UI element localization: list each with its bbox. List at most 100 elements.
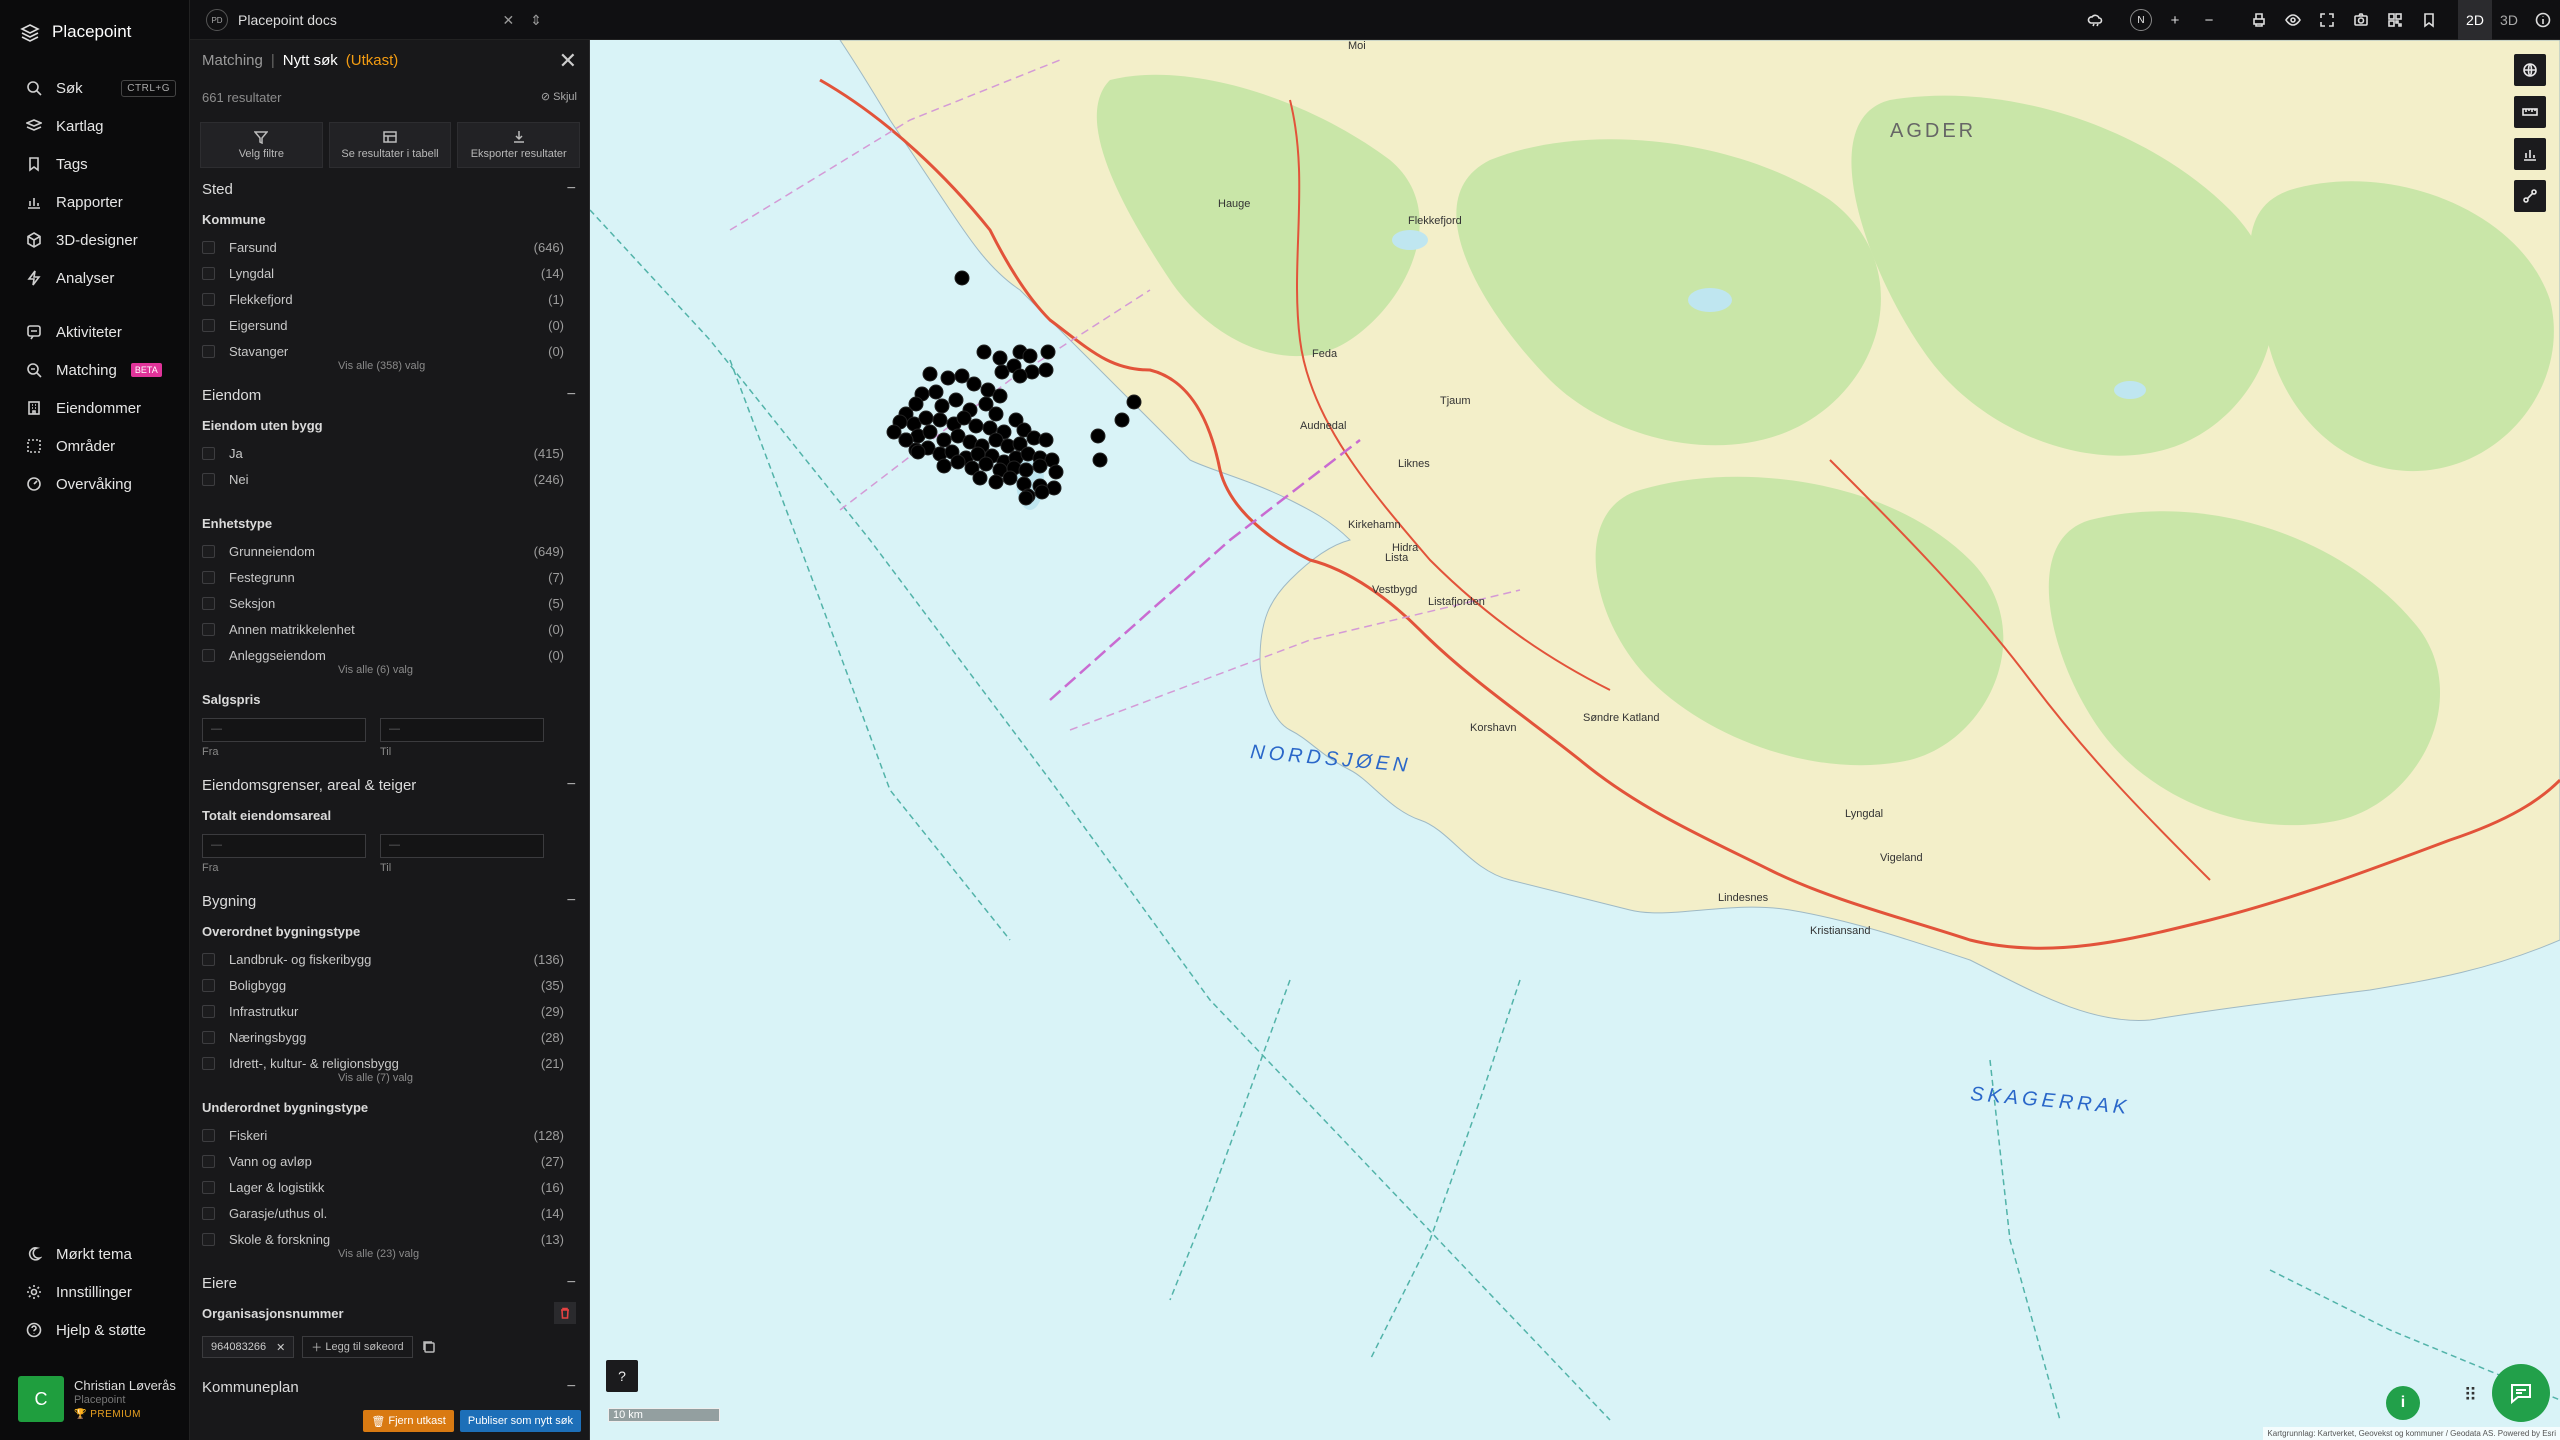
fullscreen-icon[interactable] xyxy=(2310,0,2344,40)
brand[interactable]: Placepoint xyxy=(20,20,131,44)
info-icon[interactable] xyxy=(2526,0,2560,40)
filter-option[interactable]: Flekkefjord (1) xyxy=(190,286,590,312)
property-marker[interactable] xyxy=(954,270,970,286)
property-marker[interactable] xyxy=(1090,428,1106,444)
property-marker[interactable] xyxy=(922,366,938,382)
property-marker[interactable] xyxy=(1002,470,1018,486)
route-button[interactable] xyxy=(2514,180,2546,212)
property-marker[interactable] xyxy=(948,392,964,408)
zoom-out-icon[interactable]: − xyxy=(2192,0,2226,40)
area-to-input[interactable]: — xyxy=(380,834,544,858)
section-bygning[interactable]: Bygning − xyxy=(190,886,590,916)
hide-toggle[interactable]: ⊘ Skjul xyxy=(541,90,577,103)
property-marker[interactable] xyxy=(936,458,952,474)
property-marker[interactable] xyxy=(1038,362,1054,378)
collapse-icon[interactable]: − xyxy=(567,180,576,198)
checkbox[interactable] xyxy=(202,1030,215,1044)
checkbox[interactable] xyxy=(202,978,215,992)
collapse-icon[interactable]: − xyxy=(567,386,576,404)
filter-option[interactable]: Annen matrikkelenhet (0) xyxy=(190,616,590,642)
nav-item-dark-theme[interactable]: Mørkt tema xyxy=(26,1242,176,1266)
property-marker[interactable] xyxy=(950,454,966,470)
checkbox[interactable] xyxy=(202,544,215,558)
section-eiere[interactable]: Eiere − xyxy=(190,1268,590,1298)
chat-support-button[interactable] xyxy=(2492,1364,2550,1422)
property-marker[interactable] xyxy=(954,368,970,384)
map-info-button[interactable]: i xyxy=(2386,1386,2420,1420)
checkbox[interactable] xyxy=(202,648,215,662)
show-all-link[interactable]: Vis alle (7) valg xyxy=(190,1072,590,1092)
remove-draft-button[interactable]: 🗑 Fjern utkast xyxy=(363,1410,454,1432)
print-icon[interactable] xyxy=(2242,0,2276,40)
nav-item-analyser[interactable]: Analyser xyxy=(26,266,176,290)
property-marker[interactable] xyxy=(928,384,944,400)
property-marker[interactable] xyxy=(992,350,1008,366)
section-sted[interactable]: Sted − xyxy=(190,174,590,204)
filter-option[interactable]: Grunneiendom (649) xyxy=(190,538,590,564)
checkbox[interactable] xyxy=(202,1056,215,1070)
filter-option[interactable]: Infrastrutkur (29) xyxy=(190,998,590,1024)
nav-item-kartlag[interactable]: Kartlag xyxy=(26,114,176,138)
document-switcher[interactable]: PD Placepoint docs ✕ ⇕ xyxy=(206,7,542,33)
property-marker[interactable] xyxy=(1048,464,1064,480)
mode-2d-button[interactable]: 2D xyxy=(2458,0,2492,40)
price-to-input[interactable]: — xyxy=(380,718,544,742)
weather-icon[interactable] xyxy=(2078,0,2112,40)
qr-code-icon[interactable] xyxy=(2378,0,2412,40)
checkbox[interactable] xyxy=(202,1206,215,1220)
filter-list[interactable]: Sted − Kommune Farsund (646) Lyngdal (14) F… xyxy=(190,174,590,1434)
nav-item-tags[interactable]: Tags xyxy=(26,152,176,176)
property-marker[interactable] xyxy=(992,388,1008,404)
publish-search-button[interactable]: Publiser som nytt søk xyxy=(459,1410,581,1432)
filter-option[interactable]: Næringsbygg (28) xyxy=(190,1024,590,1050)
breadcrumb-matching[interactable]: Matching xyxy=(202,52,263,69)
price-from-input[interactable]: — xyxy=(202,718,366,742)
filter-option[interactable]: Festegrunn (7) xyxy=(190,564,590,590)
property-marker[interactable] xyxy=(1018,490,1034,506)
property-marker[interactable] xyxy=(886,424,902,440)
property-marker[interactable] xyxy=(910,444,926,460)
view-table-button[interactable]: Se resultater i tabell xyxy=(328,122,452,168)
nav-item-omrader[interactable]: Områder xyxy=(26,434,176,458)
bookmark-icon[interactable] xyxy=(2412,0,2446,40)
property-marker[interactable] xyxy=(936,432,952,448)
nav-item-help[interactable]: Hjelp & støtte xyxy=(26,1318,176,1342)
property-marker[interactable] xyxy=(1018,462,1034,478)
show-all-link[interactable]: Vis alle (23) valg xyxy=(190,1248,590,1268)
user-profile[interactable]: C Christian Løverås Placepoint 🏆 PREMIUM xyxy=(18,1376,176,1422)
nav-item-settings[interactable]: Innstillinger xyxy=(26,1280,176,1304)
nav-item-sok[interactable]: Søk CTRL+G xyxy=(26,76,176,100)
collapse-icon[interactable]: − xyxy=(567,776,576,794)
property-marker[interactable] xyxy=(1022,348,1038,364)
filter-option[interactable]: Nei (246) xyxy=(190,466,590,492)
compass-button[interactable]: N xyxy=(2124,0,2158,40)
checkbox[interactable] xyxy=(202,266,215,280)
mode-3d-button[interactable]: 3D xyxy=(2492,0,2526,40)
map-layers-button[interactable] xyxy=(2514,54,2546,86)
checkbox[interactable] xyxy=(202,318,215,332)
chevron-updown-icon[interactable]: ⇕ xyxy=(530,12,542,29)
zoom-in-icon[interactable]: + xyxy=(2158,0,2192,40)
section-kommuneplan[interactable]: Kommuneplan − xyxy=(190,1372,590,1402)
filter-option[interactable]: Fiskeri (128) xyxy=(190,1122,590,1148)
show-all-link[interactable]: Vis alle (358) valg xyxy=(190,360,590,380)
property-marker[interactable] xyxy=(966,376,982,392)
checkbox[interactable] xyxy=(202,1232,215,1246)
property-marker[interactable] xyxy=(1012,368,1028,384)
copy-icon[interactable] xyxy=(421,1339,437,1355)
statistics-button[interactable] xyxy=(2514,138,2546,170)
property-marker[interactable] xyxy=(956,410,972,426)
checkbox[interactable] xyxy=(202,1154,215,1168)
checkbox[interactable] xyxy=(202,240,215,254)
nav-item-aktiviteter[interactable]: Aktiviteter xyxy=(26,320,176,344)
filter-option[interactable]: Farsund (646) xyxy=(190,234,590,260)
export-results-button[interactable]: Eksporter resultater xyxy=(457,122,581,168)
clear-icon[interactable]: ✕ xyxy=(503,12,515,29)
property-marker[interactable] xyxy=(940,370,956,386)
property-marker[interactable] xyxy=(1032,458,1048,474)
checkbox[interactable] xyxy=(202,570,215,584)
map-view[interactable]: AGDER NORDSJØEN SKAGERRAK EgersundMoiHau… xyxy=(590,40,2560,1440)
camera-icon[interactable] xyxy=(2344,0,2378,40)
checkbox[interactable] xyxy=(202,472,215,486)
checkbox[interactable] xyxy=(202,292,215,306)
